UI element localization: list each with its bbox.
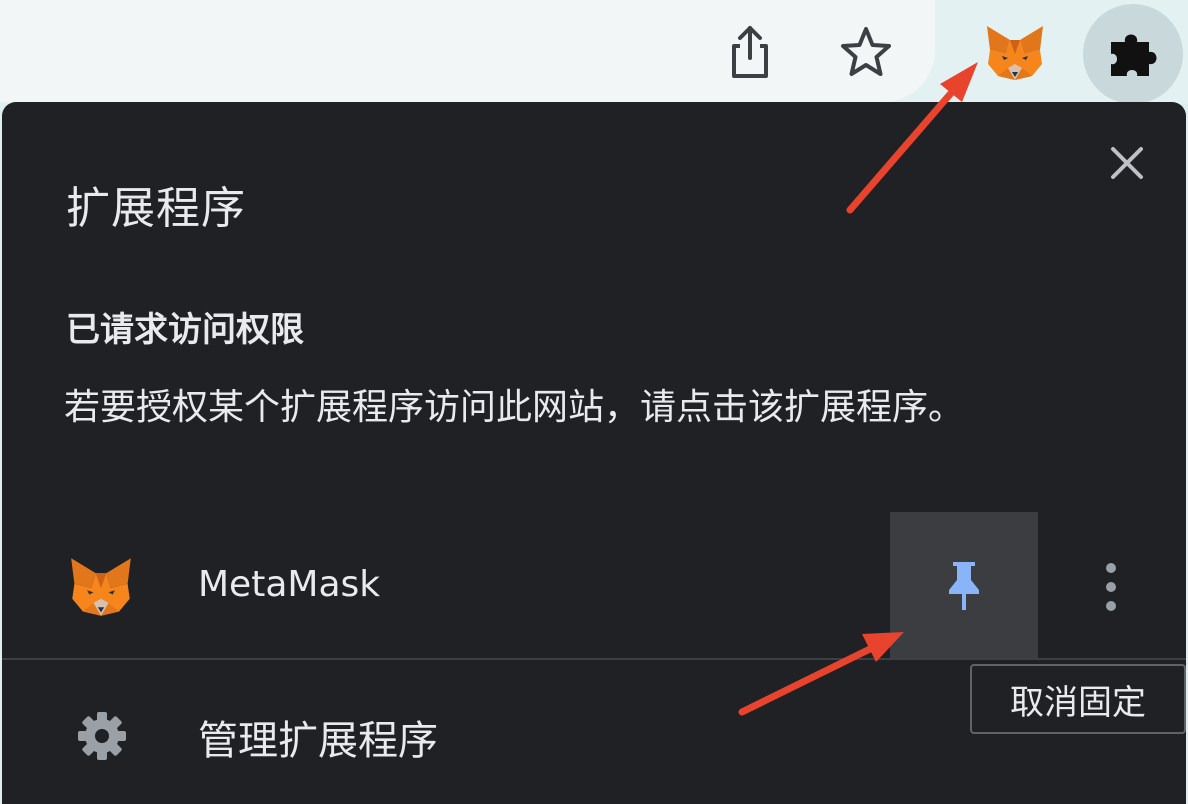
address-bar[interactable] bbox=[0, 0, 935, 102]
metamask-fox-icon bbox=[71, 558, 131, 616]
extension-item-metamask[interactable]: MetaMask bbox=[2, 512, 1186, 660]
manage-extensions-label: 管理扩展程序 bbox=[198, 718, 438, 764]
puzzle-icon bbox=[1111, 34, 1157, 76]
close-icon bbox=[1111, 147, 1143, 179]
popup-title: 扩展程序 bbox=[66, 183, 246, 234]
more-options-button[interactable] bbox=[1087, 554, 1135, 620]
share-button[interactable] bbox=[720, 22, 780, 82]
metamask-fox-icon bbox=[987, 26, 1043, 80]
bookmark-button[interactable] bbox=[836, 22, 896, 82]
pin-icon bbox=[949, 562, 979, 610]
star-icon bbox=[841, 27, 891, 76]
manage-extensions-link[interactable]: 管理扩展程序 bbox=[2, 672, 882, 792]
browser-window: 扩展程序 已请求访问权限 若要授权某个扩展程序访问此网站，请点击该扩展程序。 M… bbox=[0, 0, 1188, 804]
section-description: 若要授权某个扩展程序访问此网站，请点击该扩展程序。 bbox=[64, 387, 965, 428]
divider bbox=[2, 658, 1186, 660]
share-icon bbox=[732, 26, 768, 78]
browser-toolbar bbox=[0, 0, 1188, 104]
more-vert-icon bbox=[1106, 563, 1116, 611]
close-button[interactable] bbox=[1102, 138, 1152, 188]
extensions-menu-button[interactable] bbox=[1083, 4, 1183, 104]
unpin-button[interactable] bbox=[890, 512, 1038, 660]
metamask-toolbar-button[interactable] bbox=[982, 20, 1048, 86]
unpin-tooltip: 取消固定 bbox=[970, 664, 1186, 734]
section-title: 已请求访问权限 bbox=[66, 310, 304, 350]
extension-name: MetaMask bbox=[198, 564, 381, 605]
gear-icon bbox=[78, 712, 126, 760]
